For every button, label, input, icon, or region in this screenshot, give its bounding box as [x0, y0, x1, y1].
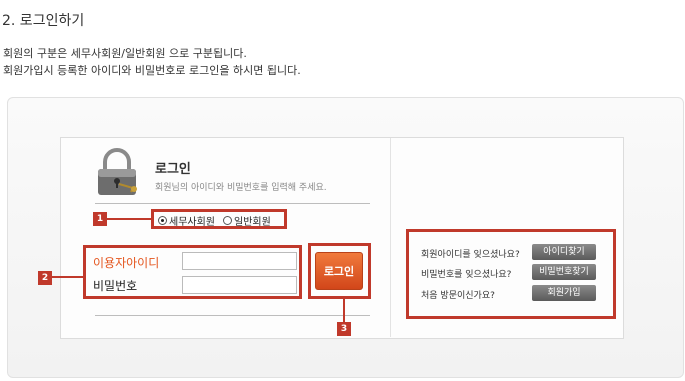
lock-icon — [98, 148, 137, 195]
radio-label-general: 일반회원 — [234, 217, 271, 228]
radio-member-general[interactable] — [223, 216, 232, 225]
password-label: 비밀번호 — [93, 279, 138, 293]
id-input[interactable] — [182, 252, 297, 270]
signup-button[interactable]: 회원가입 — [532, 285, 596, 301]
description-line-2: 회원가입시 등록한 아이디와 비밀번호로 로그인을 하시면 됩니다. — [3, 64, 301, 77]
help-question-id: 회원아이디를 잊으셨나요? — [421, 250, 520, 260]
member-type-radio-group: 세무사회원 일반회원 — [158, 213, 271, 228]
id-label: 이용자아이디 — [93, 256, 160, 270]
annotation-connector-3 — [343, 299, 345, 322]
help-question-signup: 처음 방문이신가요? — [421, 291, 495, 301]
login-title: 로그인 — [155, 162, 191, 177]
radio-label-tax: 세무사회원 — [169, 217, 215, 228]
annotation-connector-2 — [52, 276, 83, 278]
find-id-button[interactable]: 아이디찾기 — [532, 244, 596, 260]
panel-divider — [390, 138, 391, 337]
login-button[interactable]: 로그인 — [315, 252, 363, 290]
annotation-marker-3: 3 — [337, 322, 351, 336]
description-line-1: 회원의 구분은 세무사회원/일반회원 으로 구분됩니다. — [3, 47, 247, 60]
login-subtitle: 회원님의 아이디와 비밀번호를 입력해 주세요. — [155, 183, 327, 193]
separator-top — [95, 203, 370, 204]
help-question-password: 비밀번호를 잊으셨나요? — [421, 270, 512, 280]
separator-bottom — [95, 315, 370, 316]
annotation-connector-1 — [107, 218, 151, 220]
annotation-marker-1: 1 — [93, 212, 107, 226]
find-password-button[interactable]: 비밀번호찾기 — [532, 264, 596, 280]
password-input[interactable] — [182, 276, 297, 294]
radio-member-tax[interactable] — [158, 216, 167, 225]
annotation-marker-2: 2 — [38, 271, 52, 285]
page-heading: 2. 로그인하기 — [2, 13, 85, 29]
